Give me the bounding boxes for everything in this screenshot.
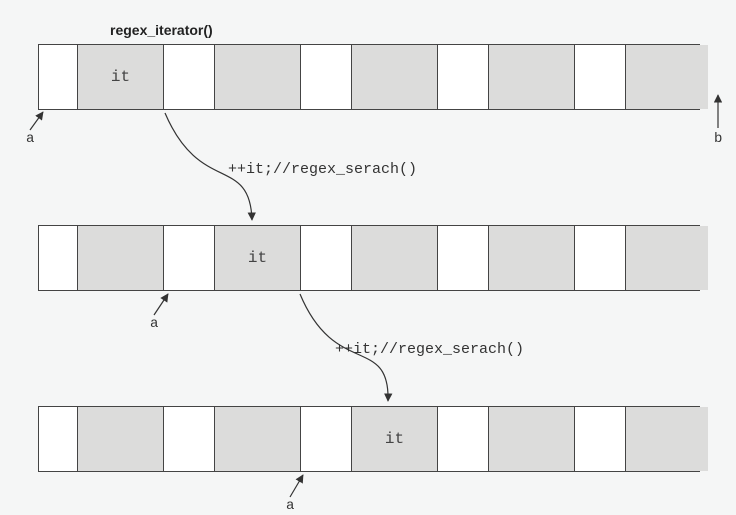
gap-cell — [575, 45, 626, 109]
iterator-label: it — [248, 249, 267, 267]
gap-cell — [438, 407, 489, 471]
arrow-a-1 — [30, 112, 43, 130]
arrow-a-3 — [290, 475, 303, 497]
gap-cell — [575, 226, 626, 290]
sequence-row-1: it — [38, 44, 700, 110]
match-cell — [489, 45, 575, 109]
gap-cell — [39, 407, 78, 471]
gap-cell — [164, 45, 215, 109]
sequence-row-3: it — [38, 406, 700, 472]
iterator-label: it — [111, 68, 130, 86]
pointer-label-a-3: a — [286, 498, 294, 514]
match-cell — [489, 226, 575, 290]
pointer-label-a-2: a — [150, 316, 158, 332]
gap-cell — [301, 226, 352, 290]
match-cell — [215, 407, 301, 471]
gap-cell — [39, 226, 78, 290]
sequence-row-2: it — [38, 225, 700, 291]
step-label-1: ++it;//regex_serach() — [228, 161, 417, 178]
match-cell — [78, 226, 164, 290]
match-cell — [215, 45, 301, 109]
diagram-title: regex_iterator() — [110, 22, 213, 38]
match-cell — [78, 407, 164, 471]
match-cell — [489, 407, 575, 471]
gap-cell — [164, 226, 215, 290]
match-cell — [352, 45, 438, 109]
gap-cell — [301, 407, 352, 471]
iterator-label: it — [385, 430, 404, 448]
match-cell: it — [352, 407, 438, 471]
match-cell: it — [78, 45, 164, 109]
match-cell: it — [215, 226, 301, 290]
gap-cell — [438, 226, 489, 290]
gap-cell — [164, 407, 215, 471]
gap-cell — [39, 45, 78, 109]
gap-cell — [438, 45, 489, 109]
step-label-2: ++it;//regex_serach() — [335, 341, 524, 358]
match-cell — [626, 226, 708, 290]
arrow-a-2 — [154, 294, 168, 315]
gap-cell — [301, 45, 352, 109]
match-cell — [626, 45, 708, 109]
gap-cell — [575, 407, 626, 471]
match-cell — [352, 226, 438, 290]
pointer-label-a-1: a — [26, 131, 34, 147]
match-cell — [626, 407, 708, 471]
pointer-label-b: b — [714, 131, 722, 147]
regex-iterator-diagram: regex_iterator() it it it ++it;//regex_s… — [0, 0, 736, 515]
